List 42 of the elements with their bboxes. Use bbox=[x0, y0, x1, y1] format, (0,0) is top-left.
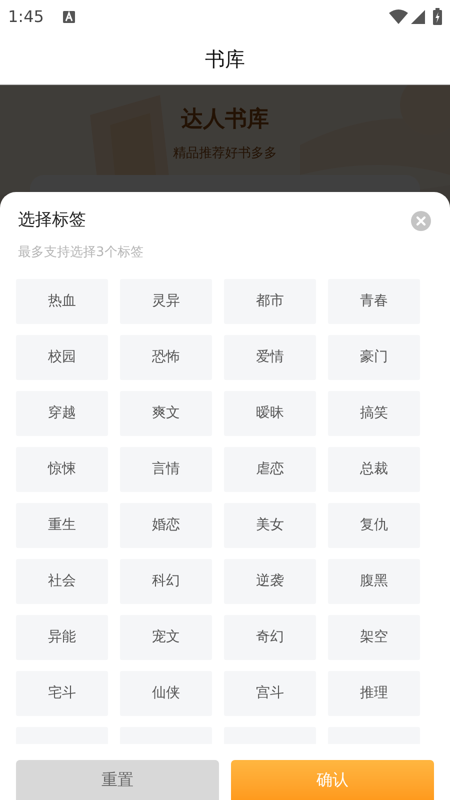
tag-chip[interactable]: 爽文 bbox=[120, 391, 212, 436]
tag-chip[interactable]: 宫斗 bbox=[224, 671, 316, 716]
tag-chip[interactable]: 复仇 bbox=[328, 503, 420, 548]
tag-chip[interactable]: 暧昧 bbox=[224, 391, 316, 436]
sheet-title: 选择标签 bbox=[18, 209, 86, 232]
page-title: 书库 bbox=[205, 46, 245, 72]
hint-text: 最多支持选择3个标签 bbox=[17, 244, 144, 262]
tag-chip[interactable]: 搞笑 bbox=[328, 391, 420, 436]
tag-chip[interactable]: 豪门 bbox=[328, 335, 420, 380]
signal-icon bbox=[411, 10, 425, 24]
tag-chip[interactable]: 宠文 bbox=[120, 615, 212, 660]
tag-chip[interactable]: 社会 bbox=[16, 559, 108, 604]
tag-chip[interactable]: 灵异 bbox=[120, 279, 212, 324]
tag-chip[interactable]: 婚恋 bbox=[120, 503, 212, 548]
tag-chip[interactable]: 爱情 bbox=[224, 335, 316, 380]
tag-chip[interactable]: 腹黑 bbox=[328, 559, 420, 604]
tag-chip[interactable]: 言情 bbox=[120, 447, 212, 492]
tag-chip[interactable]: 科幻 bbox=[120, 559, 212, 604]
tag-chip[interactable]: 穿越 bbox=[16, 391, 108, 436]
tag-chip[interactable]: 虐恋 bbox=[224, 447, 316, 492]
tag-chip[interactable]: 美女 bbox=[224, 503, 316, 548]
tag-chip[interactable]: 都市 bbox=[224, 279, 316, 324]
tag-chip[interactable]: 仙侠 bbox=[120, 671, 212, 716]
tag-chip[interactable]: 青春 bbox=[328, 279, 420, 324]
battery-icon bbox=[433, 8, 442, 25]
close-icon[interactable] bbox=[411, 210, 431, 231]
wifi-icon bbox=[389, 9, 408, 24]
tag-chip[interactable]: 宅斗 bbox=[16, 671, 108, 716]
tag-chip[interactable]: 校园 bbox=[16, 335, 108, 380]
tag-chip[interactable]: 奇幻 bbox=[224, 615, 316, 660]
tag-chip[interactable]: 重生 bbox=[16, 503, 108, 548]
tag-chip[interactable]: 架空 bbox=[328, 615, 420, 660]
tag-chip[interactable]: 恐怖 bbox=[120, 335, 212, 380]
status-time: 1:45 bbox=[8, 6, 44, 28]
tag-chip[interactable]: 热血 bbox=[16, 279, 108, 324]
reset-button[interactable]: 重置 bbox=[16, 760, 219, 800]
tag-chip[interactable]: 异能 bbox=[16, 615, 108, 660]
tag-chip[interactable]: 逆袭 bbox=[224, 559, 316, 604]
tag-chip[interactable]: 总裁 bbox=[328, 447, 420, 492]
tag-chip[interactable]: 推理 bbox=[328, 671, 420, 716]
notification-icon bbox=[62, 10, 75, 22]
tag-chip[interactable]: 惊悚 bbox=[16, 447, 108, 492]
